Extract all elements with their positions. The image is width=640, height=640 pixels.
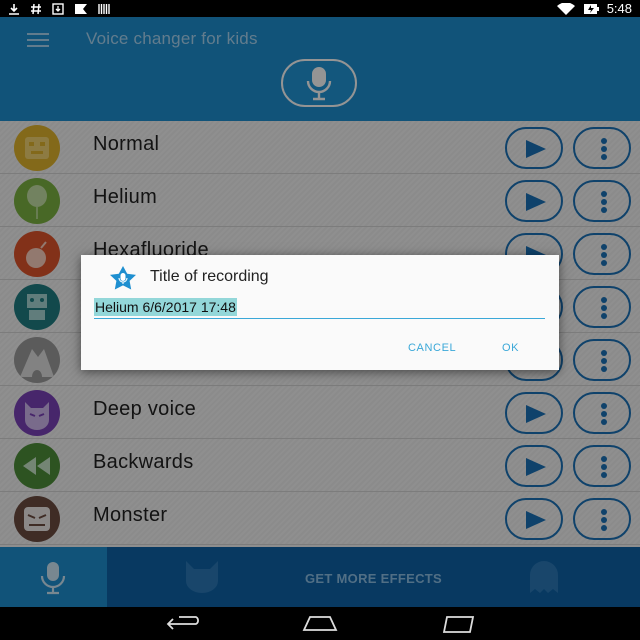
wifi-icon — [556, 2, 575, 15]
app-screen: 5:48 Voice changer for kids Normal Heliu… — [0, 0, 640, 640]
recording-title-input[interactable]: Helium 6/6/2017 17:48 — [94, 298, 545, 319]
download-box-icon — [52, 2, 64, 15]
clock: 5:48 — [606, 1, 632, 16]
cancel-button[interactable]: CANCEL — [408, 342, 456, 354]
flag-icon — [75, 3, 87, 14]
back-icon[interactable] — [165, 616, 203, 632]
hash-icon — [31, 3, 41, 14]
barcode-icon — [98, 3, 110, 14]
status-bar: 5:48 — [0, 0, 640, 17]
home-icon[interactable] — [298, 614, 342, 632]
ok-button[interactable]: OK — [502, 342, 519, 354]
recents-icon[interactable] — [440, 614, 476, 634]
title-dialog: Title of recording Helium 6/6/2017 17:48… — [81, 255, 559, 370]
dialog-title: Title of recording — [150, 268, 269, 285]
battery-icon — [583, 3, 599, 14]
star-microphone-icon — [110, 266, 136, 290]
navigation-bar — [0, 607, 640, 640]
download-icon — [9, 3, 19, 15]
selected-text: Helium 6/6/2017 17:48 — [94, 298, 237, 316]
